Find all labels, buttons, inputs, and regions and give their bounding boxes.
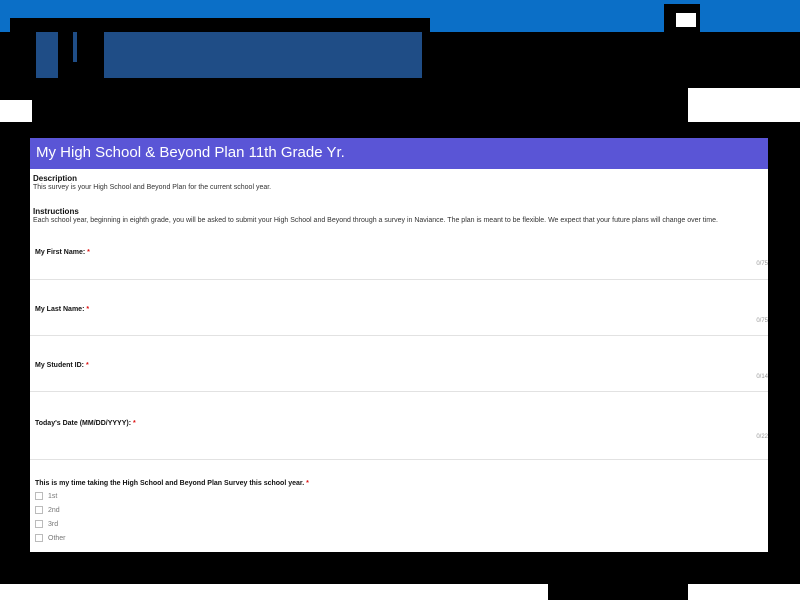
option-2nd[interactable]: 2nd (30, 503, 768, 517)
header-edge (688, 88, 800, 122)
footer-mask (548, 584, 688, 600)
date-label: Today's Date (MM/DD/YYYY): * (35, 420, 136, 427)
last-name-counter: 0/75 (756, 318, 768, 324)
option-label: 3rd (48, 520, 59, 528)
attempt-question-header: This is my time taking the High School a… (30, 480, 768, 487)
option-label: Other (48, 534, 66, 542)
description-heading: Description (33, 174, 78, 183)
attempt-question: This is my time taking the High School a… (30, 460, 768, 545)
checkbox[interactable] (35, 534, 43, 542)
header-strip (428, 88, 688, 122)
first-name-field[interactable]: My First Name: * 0/75 (30, 249, 768, 280)
instructions-text: Each school year, beginning in eighth gr… (33, 217, 718, 224)
form-title: My High School & Beyond Plan 11th Grade … (30, 138, 768, 169)
last-name-field[interactable]: My Last Name: * 0/75 (30, 290, 768, 336)
option-label: 1st (48, 492, 58, 500)
footer-edge-right (688, 584, 800, 600)
description-section: Description This survey is your High Sch… (30, 169, 768, 191)
student-id-label: My Student ID: * (35, 362, 89, 369)
attempt-question-label: This is my time taking the High School a… (35, 480, 309, 487)
instructions-section: Instructions Each school year, beginning… (30, 191, 768, 224)
option-label: 2nd (48, 506, 60, 514)
first-name-counter: 0/75 (756, 261, 768, 267)
survey-form: My High School & Beyond Plan 11th Grade … (30, 138, 768, 552)
menu-button[interactable] (664, 4, 700, 34)
option-3rd[interactable]: 3rd (30, 517, 768, 531)
logo-divider (73, 32, 77, 62)
checkbox[interactable] (35, 492, 43, 500)
footer-edge-left (0, 584, 548, 600)
description-text: This survey is your High School and Beyo… (33, 184, 272, 191)
first-name-label: My First Name: * (35, 249, 90, 256)
logo-mark (36, 32, 58, 78)
checkbox[interactable] (35, 506, 43, 514)
logo-banner (104, 32, 422, 78)
checkbox[interactable] (35, 520, 43, 528)
header-edge-left (0, 100, 32, 122)
instructions-heading: Instructions (33, 207, 79, 216)
menu-icon (676, 13, 696, 27)
option-1st[interactable]: 1st (30, 489, 768, 503)
date-field[interactable]: Today's Date (MM/DD/YYYY): * 0/22 (30, 414, 768, 460)
student-id-field[interactable]: My Student ID: * 0/14 (30, 346, 768, 392)
last-name-label: My Last Name: * (35, 306, 90, 313)
student-id-counter: 0/14 (756, 374, 768, 380)
option-other[interactable]: Other (30, 531, 768, 545)
date-counter: 0/22 (756, 434, 768, 440)
